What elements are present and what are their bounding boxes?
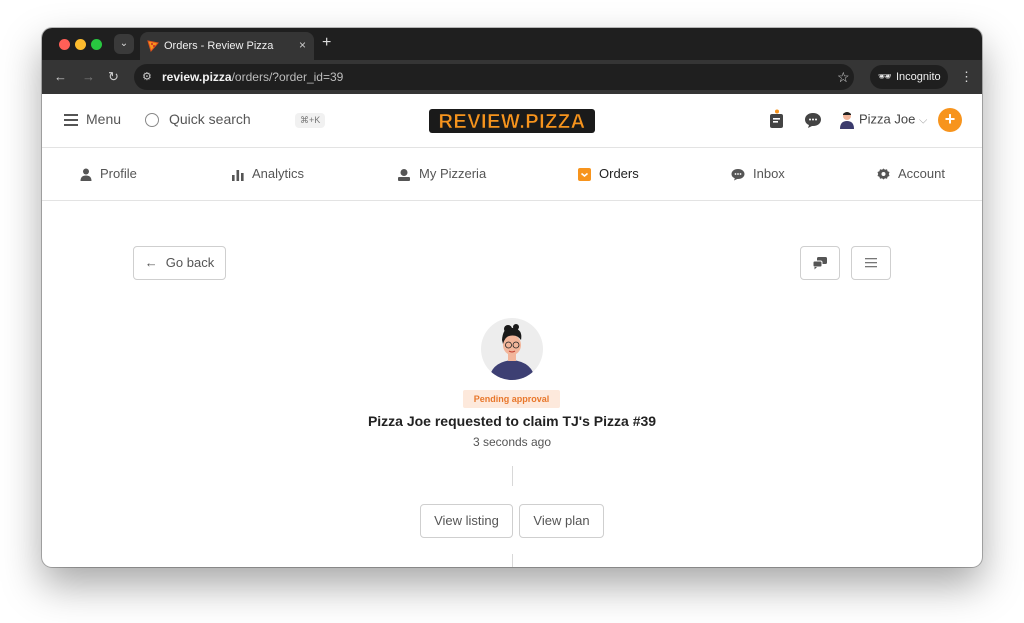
site-header: Menu Quick search ⌘+K REVIEW.PIZZA Pizza… (42, 94, 982, 148)
user-menu[interactable]: Pizza Joe ⌵ (839, 111, 927, 129)
main-nav: Profile Analytics My Pizzeria Orders Inb… (42, 148, 982, 201)
incognito-badge[interactable]: 🕶 Incognito (870, 65, 948, 89)
person-illustration-icon (489, 324, 535, 380)
tab-bar: ⌄ Orders - Review Pizza × + (42, 28, 982, 60)
order-headline: Pizza Joe requested to claim TJ's Pizza … (367, 413, 657, 429)
tab-label: Analytics (252, 166, 305, 181)
chevron-down-icon: ⌵ (919, 114, 928, 127)
status-badge: Pending approval (463, 390, 560, 408)
search-shortcut: ⌘+K (295, 113, 326, 128)
tab-inbox[interactable]: Inbox (731, 166, 785, 181)
back-icon[interactable]: ← (54, 69, 67, 84)
arrow-left-icon: ← (144, 255, 158, 270)
incognito-icon: 🕶 (878, 71, 892, 83)
store-icon (398, 169, 410, 182)
notifications-icon[interactable] (768, 109, 786, 129)
tab-label: Account (898, 166, 945, 181)
avatar (840, 112, 854, 129)
search-icon (145, 113, 159, 128)
site-logo[interactable]: REVIEW.PIZZA (427, 106, 597, 136)
new-tab-button[interactable]: + (322, 34, 331, 52)
orders-icon (578, 168, 591, 182)
bar-chart-icon (232, 169, 244, 181)
incognito-label: Incognito (896, 71, 941, 83)
tab-search-chevron-icon[interactable]: ⌄ (114, 34, 134, 54)
menu-button[interactable]: Menu (64, 111, 121, 129)
maximize-window-button[interactable] (91, 39, 102, 50)
pizza-favicon-icon (147, 40, 159, 53)
quick-search-button[interactable]: Quick search (145, 111, 251, 128)
tab-label: Profile (100, 166, 137, 181)
reload-icon[interactable]: ↻ (108, 69, 119, 85)
tab-label: My Pizzeria (419, 166, 487, 181)
view-listing-button[interactable]: View listing (420, 504, 513, 538)
user-avatar (481, 318, 543, 380)
tab-my-pizzeria[interactable]: My Pizzeria (397, 166, 487, 182)
hamburger-icon (64, 111, 78, 129)
tab-profile[interactable]: Profile (80, 166, 137, 182)
star-icon[interactable]: ☆ (837, 69, 850, 86)
chat-icon (731, 169, 745, 181)
url-host: review.pizza (162, 70, 232, 84)
tab-orders[interactable]: Orders (578, 166, 639, 182)
conversation-button[interactable] (800, 246, 840, 280)
timeline-divider (512, 466, 513, 486)
tab-label: Orders (599, 166, 639, 181)
forward-icon[interactable]: → (82, 69, 95, 84)
gear-icon (877, 168, 890, 180)
browser-tab[interactable]: Orders - Review Pizza × (140, 32, 314, 60)
svg-text:REVIEW.PIZZA: REVIEW.PIZZA (438, 111, 585, 133)
url-field[interactable]: ⚙ review.pizza/orders/?order_id=39 (134, 64, 854, 90)
list-icon (865, 258, 877, 268)
url-text: review.pizza/orders/?order_id=39 (162, 70, 343, 84)
kebab-icon[interactable]: ⋮ (960, 69, 973, 85)
chat-icon[interactable] (804, 111, 822, 129)
user-name: Pizza Joe (859, 111, 916, 127)
tab-analytics[interactable]: Analytics (232, 166, 304, 181)
add-button[interactable]: + (938, 108, 962, 132)
address-bar: ← → ↻ ⚙ review.pizza/orders/?order_id=39… (42, 60, 982, 94)
chat-bubbles-icon (812, 257, 827, 270)
browser-window: ⌄ Orders - Review Pizza × + ← → ↻ ⚙ revi… (42, 28, 982, 567)
tab-label: Inbox (753, 166, 785, 181)
minimize-window-button[interactable] (75, 39, 86, 50)
timestamp: 3 seconds ago (472, 435, 552, 449)
site-settings-icon[interactable]: ⚙ (142, 70, 152, 83)
go-back-button[interactable]: ← Go back (133, 246, 226, 280)
menu-label: Menu (86, 111, 122, 127)
quick-search-label: Quick search (169, 111, 251, 127)
tab-title: Orders - Review Pizza (164, 40, 274, 52)
go-back-label: Go back (165, 255, 215, 270)
timeline-divider (512, 554, 513, 567)
url-path: /orders/?order_id=39 (231, 70, 344, 84)
view-plan-button[interactable]: View plan (519, 504, 604, 538)
close-window-button[interactable] (59, 39, 70, 50)
tab-close-icon[interactable]: × (299, 38, 306, 52)
person-icon (80, 168, 92, 182)
list-menu-button[interactable] (851, 246, 891, 280)
tab-account[interactable]: Account (877, 166, 945, 181)
